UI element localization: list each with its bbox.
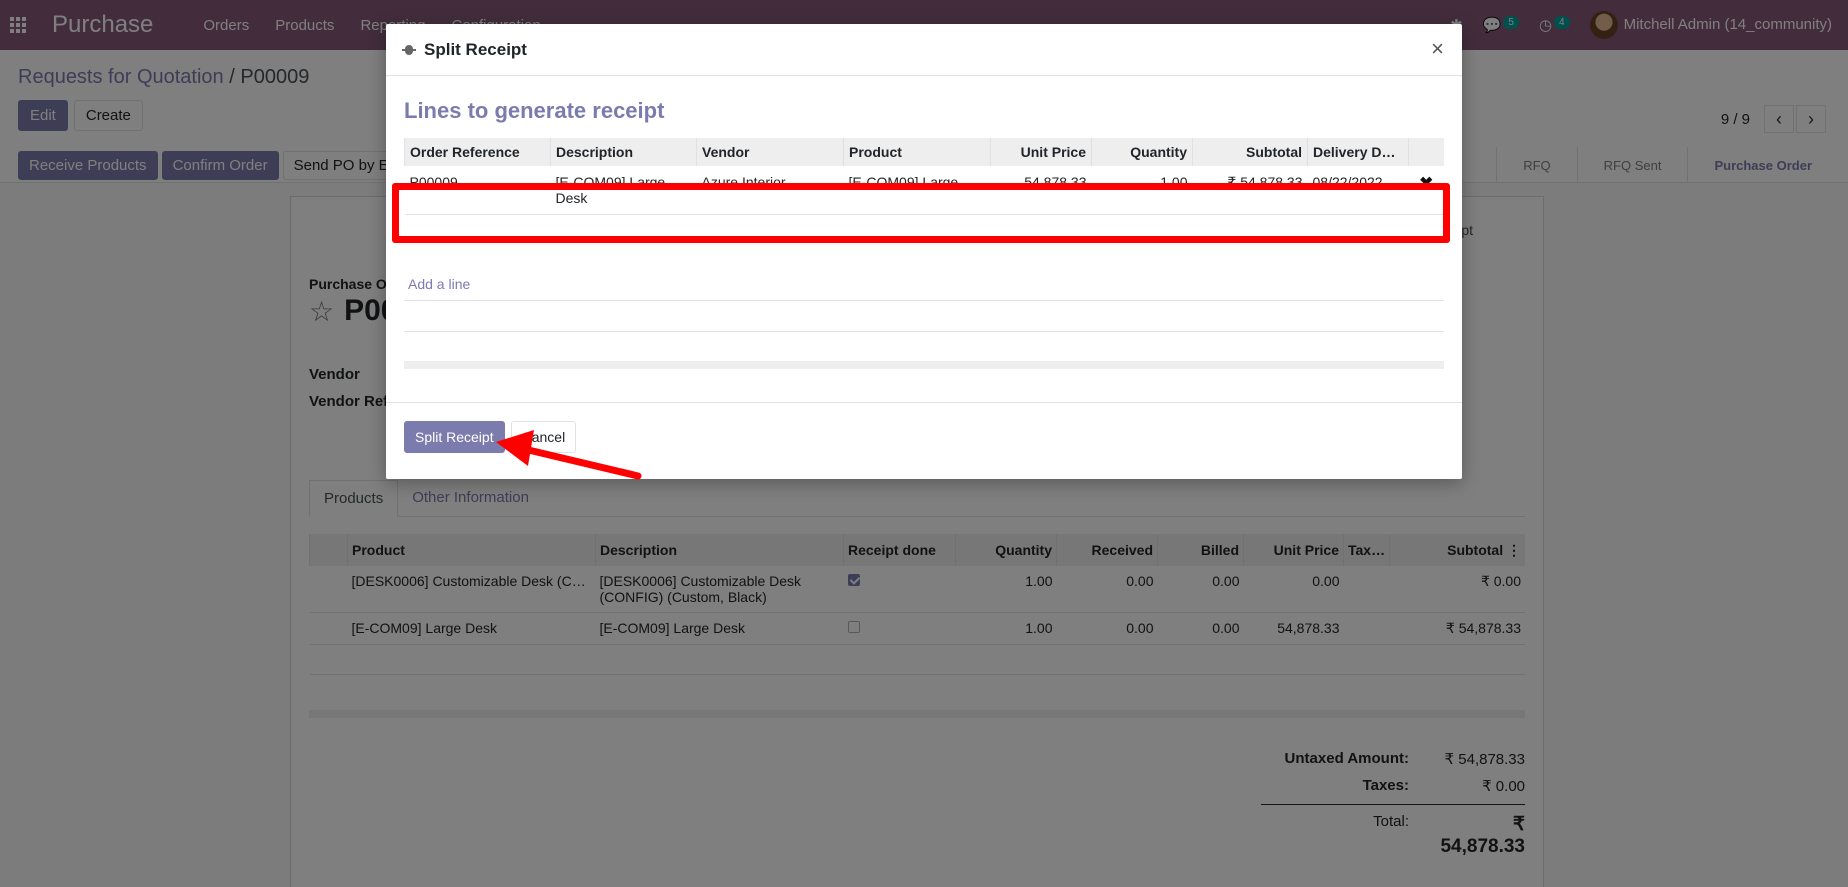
split-receipt-dialog: Split Receipt × Lines to generate receip… — [386, 24, 1462, 479]
bug-icon — [402, 43, 416, 57]
annotation-highlight-box — [392, 183, 1450, 243]
annotation-arrow-icon — [496, 430, 642, 480]
column-header[interactable]: Order Reference — [404, 138, 551, 166]
column-header[interactable]: Vendor — [696, 138, 844, 166]
column-header[interactable]: Subtotal — [1192, 138, 1308, 166]
empty-row — [404, 331, 1444, 332]
column-header[interactable]: Description — [550, 138, 697, 166]
empty-row — [404, 300, 1444, 301]
column-header[interactable]: Product — [843, 138, 991, 166]
column-header[interactable]: Unit Price — [990, 138, 1092, 166]
table-footer — [404, 361, 1444, 369]
section-title: Lines to generate receipt — [404, 98, 665, 123]
column-header[interactable]: Delivery D… — [1307, 138, 1409, 166]
close-icon[interactable]: × — [1431, 36, 1444, 62]
modal-header: Split Receipt × — [386, 24, 1462, 76]
column-header[interactable]: Quantity — [1091, 138, 1193, 166]
add-line-link[interactable]: Add a line — [408, 276, 470, 292]
modal-title: Split Receipt — [424, 39, 527, 59]
column-header-actions — [1408, 138, 1444, 166]
